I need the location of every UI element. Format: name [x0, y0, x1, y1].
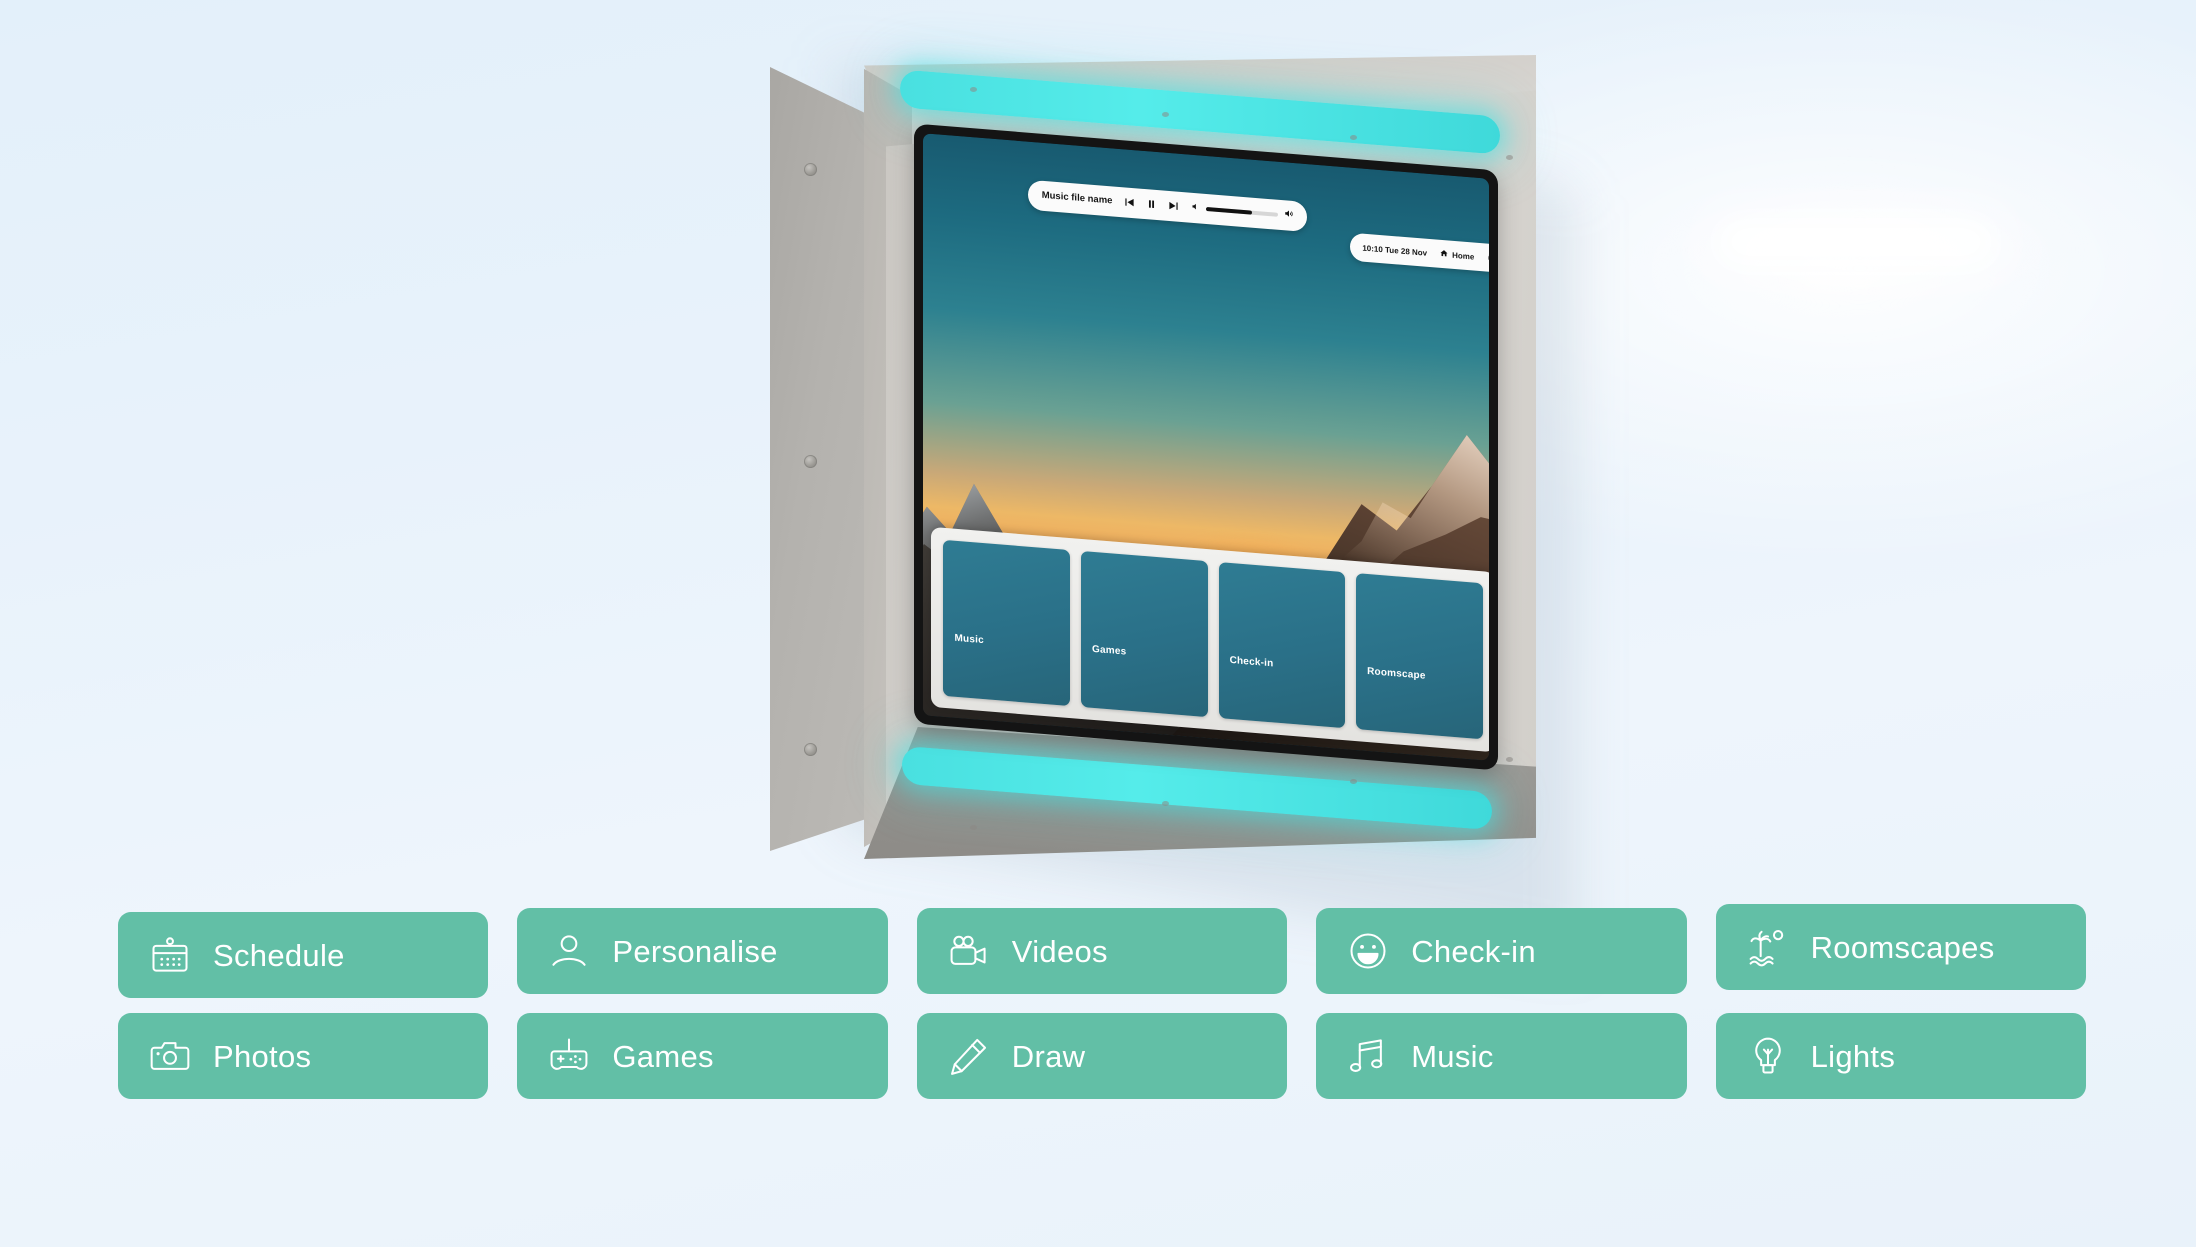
dock-card-label: Roomscape [1367, 666, 1426, 682]
app-button-label: Personalise [612, 933, 778, 969]
app-button-label: Roomscapes [1810, 929, 1995, 965]
app-button-music[interactable]: Music [1316, 1013, 1687, 1099]
wall-terminal-device: Music file name 10:10 Tue 28 Nov Home Mu… [770, 55, 1576, 957]
dock-card-check-in[interactable]: Check-in [1218, 561, 1346, 729]
dock-card-games[interactable]: Games [1081, 550, 1208, 718]
app-button-label: Schedule [213, 937, 345, 973]
touchscreen-display[interactable]: Music file name 10:10 Tue 28 Nov Home Mu… [914, 123, 1498, 771]
dock-card-label: Music [954, 632, 984, 647]
bezel-screw-icon [1162, 112, 1169, 117]
app-button-label: Music [1411, 1038, 1494, 1074]
app-button-grid: Schedule Personalise Videos Check-in Roo… [118, 904, 2086, 1099]
bezel-screw-icon [1506, 155, 1513, 160]
app-button-games[interactable]: Games [517, 1013, 888, 1099]
page-root: Music file name 10:10 Tue 28 Nov Home Mu… [0, 0, 2196, 1247]
wall-light-glow [1716, 218, 1996, 266]
lock-screen-button[interactable]: Lock screen [1487, 253, 1489, 268]
music-track-title: Music file name [1041, 190, 1113, 207]
app-button-label: Photos [213, 1038, 312, 1074]
bezel-screw-icon [1506, 757, 1513, 762]
bezel-screw-icon [1162, 801, 1169, 806]
app-button-personalise[interactable]: Personalise [517, 908, 888, 994]
music-note-icon [1345, 1033, 1391, 1079]
previous-track-icon[interactable] [1124, 197, 1135, 209]
dock-card-label: Games [1092, 643, 1127, 658]
bezel-screw-icon [970, 825, 977, 830]
home-icon [1440, 249, 1448, 260]
volume-down-icon[interactable] [1191, 202, 1200, 215]
app-button-roomscapes[interactable]: Roomscapes [1715, 904, 2086, 990]
lightbulb-icon [1745, 1033, 1791, 1079]
app-button-check-in[interactable]: Check-in [1316, 908, 1687, 994]
calendar-icon [147, 932, 193, 978]
dock-card-label: Check-in [1229, 655, 1274, 670]
app-button-label: Videos [1011, 933, 1108, 969]
mount-screw-icon [804, 163, 817, 176]
app-button-videos[interactable]: Videos [916, 908, 1288, 994]
gamepad-icon [546, 1033, 592, 1079]
clock-label: 10:10 Tue 28 Nov [1362, 243, 1428, 258]
mount-screw-icon [804, 743, 817, 756]
volume-slider-fill [1206, 206, 1252, 215]
app-button-label: Draw [1011, 1038, 1086, 1074]
pause-icon[interactable] [1146, 199, 1157, 211]
person-icon [546, 928, 592, 974]
app-button-lights[interactable]: Lights [1715, 1013, 2086, 1099]
pencil-icon [946, 1033, 992, 1079]
lock-icon [1487, 253, 1489, 264]
bezel-screw-icon [1350, 135, 1357, 140]
volume-up-icon[interactable] [1284, 209, 1294, 223]
mount-screw-icon [804, 455, 817, 468]
home-label: Home [1452, 250, 1475, 262]
camera-icon [147, 1033, 193, 1079]
next-track-icon[interactable] [1168, 200, 1179, 212]
volume-control[interactable] [1191, 201, 1294, 222]
app-button-label: Check-in [1411, 933, 1536, 969]
palm-tree-icon [1745, 924, 1791, 970]
app-button-photos[interactable]: Photos [118, 1013, 489, 1099]
app-button-schedule[interactable]: Schedule [118, 912, 489, 998]
home-button[interactable]: Home [1440, 249, 1474, 262]
app-button-label: Lights [1810, 1038, 1896, 1074]
video-camera-icon [946, 928, 992, 974]
dock-card-music[interactable]: Music [943, 539, 1071, 707]
smiley-icon [1345, 928, 1391, 974]
bezel-screw-icon [970, 87, 977, 92]
app-button-draw[interactable]: Draw [916, 1013, 1288, 1099]
app-button-label: Games [612, 1038, 714, 1074]
bezel-screw-icon [1350, 779, 1357, 784]
dock-card-roomscape[interactable]: Roomscape [1356, 572, 1483, 740]
volume-slider[interactable] [1206, 206, 1279, 217]
